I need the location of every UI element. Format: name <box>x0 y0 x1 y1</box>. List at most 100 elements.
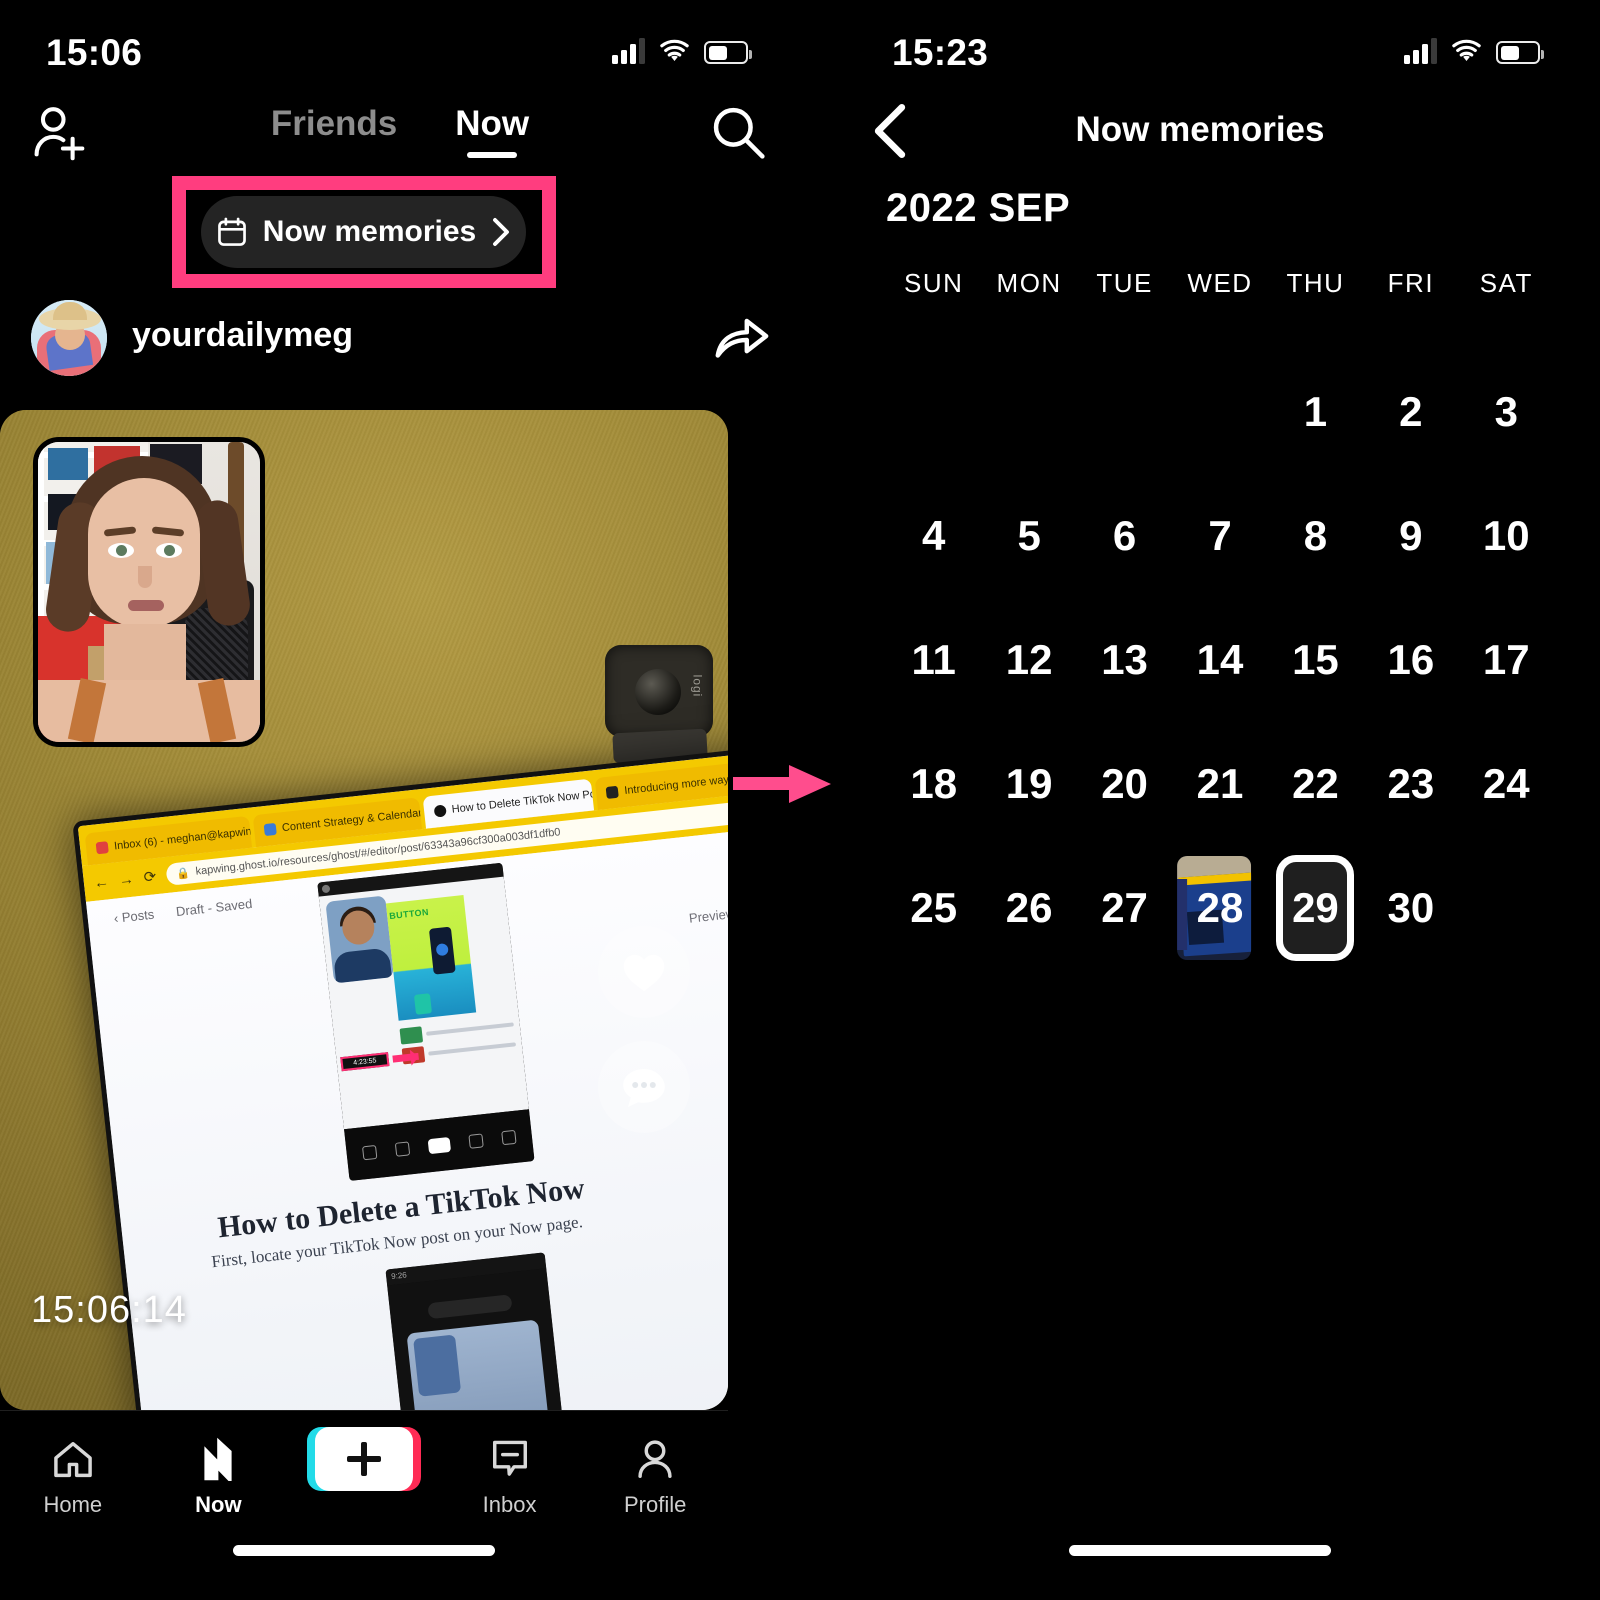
embedded-screenshot-1: BUTTON 4:23:55 <box>317 862 535 1181</box>
calendar-day-19[interactable]: 19 <box>981 722 1076 846</box>
create-plus-icon <box>306 1427 421 1491</box>
calendar-day-5[interactable]: 5 <box>981 474 1076 598</box>
calendar-day-27[interactable]: 27 <box>1077 846 1172 970</box>
calendar-day-26[interactable]: 26 <box>981 846 1076 970</box>
calendar-day-number: 20 <box>1101 760 1148 807</box>
calendar-day-30[interactable]: 30 <box>1363 846 1458 970</box>
calendar-day-12[interactable]: 12 <box>981 598 1076 722</box>
nav-label-now: Now <box>195 1492 242 1517</box>
calendar-day-22[interactable]: 22 <box>1268 722 1363 846</box>
right-phone-screen: 15:23 Now memories 2022 SEP SUN MON TUE … <box>800 0 1600 1600</box>
calendar-day-20[interactable]: 20 <box>1077 722 1172 846</box>
tab-now[interactable]: Now <box>455 104 529 158</box>
battery-icon <box>704 41 752 64</box>
calendar-day-16[interactable]: 16 <box>1363 598 1458 722</box>
calendar-day-13[interactable]: 13 <box>1077 598 1172 722</box>
calendar-day-number: 27 <box>1101 884 1148 931</box>
calendar-grid: 1 2 3 4 5 6 7 8 9 10 11 12 13 14 15 16 17 18 19 20 21 22 23 24 2… <box>886 350 1554 970</box>
weekday-label: THU <box>1286 268 1345 298</box>
calendar-day-number: 18 <box>910 760 958 807</box>
calendar-day-24[interactable]: 24 <box>1459 722 1554 846</box>
weekday-label: SAT <box>1479 268 1533 298</box>
home-indicator <box>233 1545 495 1556</box>
calendar-day-1[interactable]: 1 <box>1268 350 1363 474</box>
avatar[interactable] <box>31 300 107 376</box>
weekday-label: WED <box>1187 268 1253 298</box>
calendar-cell-empty <box>981 350 1076 474</box>
calendar-day-29[interactable]: 29 <box>1268 846 1363 970</box>
status-time: 15:06 <box>46 32 143 73</box>
heart-icon <box>623 954 665 992</box>
tab-friends[interactable]: Friends <box>271 104 397 158</box>
calendar-day-3[interactable]: 3 <box>1459 350 1554 474</box>
nav-item-inbox[interactable]: Inbox <box>455 1437 565 1518</box>
nav-label-inbox: Inbox <box>482 1492 537 1517</box>
calendar-day-15[interactable]: 15 <box>1268 598 1363 722</box>
nav-item-home[interactable]: Home <box>18 1437 128 1518</box>
post-timestamp: 15:06:14 <box>31 1289 187 1331</box>
comment-button[interactable] <box>598 1041 690 1133</box>
editor-preview-label: Preview <box>688 905 728 926</box>
calendar-day-number: 24 <box>1482 760 1530 807</box>
calendar-day-9[interactable]: 9 <box>1363 474 1458 598</box>
calendar-cell-empty <box>886 350 981 474</box>
browser-tab-label: Content Strategy & Calendar: I <box>281 806 422 835</box>
selfie-inset-photo <box>33 437 265 747</box>
comment-icon <box>623 1069 665 1107</box>
calendar-day-14[interactable]: 14 <box>1172 598 1267 722</box>
nav-label-home: Home <box>43 1492 103 1517</box>
status-icons <box>1404 38 1544 64</box>
nav-item-create[interactable] <box>306 1427 421 1492</box>
calendar-day-18[interactable]: 18 <box>886 722 981 846</box>
calendar-day-28[interactable]: 28 <box>1172 846 1267 970</box>
right-arrow-icon <box>733 765 831 803</box>
nav-item-profile[interactable]: Profile <box>600 1437 710 1518</box>
lock-icon: 🔒 <box>175 866 191 881</box>
search-icon[interactable] <box>708 102 768 162</box>
comparison-screenshot: 15:06 Friends Now Now memories yourdaily… <box>0 0 1600 1600</box>
calendar-day-number: 28 <box>1196 884 1244 931</box>
calendar-day-number: 30 <box>1387 884 1435 931</box>
nav-item-now[interactable]: Now <box>163 1437 273 1518</box>
now-bolt-icon <box>200 1437 236 1481</box>
calendar-day-21[interactable]: 21 <box>1172 722 1267 846</box>
calendar-day-17[interactable]: 17 <box>1459 598 1554 722</box>
calendar-icon <box>217 217 246 246</box>
calendar-day-number: 11 <box>911 636 956 683</box>
calendar-day-number: 6 <box>1112 512 1137 559</box>
browser-tab-label: Introducing more ways to crea <box>623 769 728 798</box>
browser-tab-label: Inbox (6) - meghan@kapwing. <box>113 824 253 853</box>
top-nav-bar: Friends Now <box>0 96 800 176</box>
bottom-nav-bar: Home Now Inbox Profile <box>0 1410 728 1600</box>
calendar-day-number: 5 <box>1017 512 1041 559</box>
calendar-day-number: 10 <box>1482 512 1530 559</box>
calendar-day-4[interactable]: 4 <box>886 474 981 598</box>
calendar-day-number: 12 <box>1005 636 1053 683</box>
share-arrow-icon[interactable] <box>712 312 770 364</box>
chevron-right-icon <box>493 218 510 246</box>
embedded-screenshot-2: 9:26 <box>385 1252 577 1410</box>
calendar-day-11[interactable]: 11 <box>886 598 981 722</box>
calendar-day-number: 21 <box>1196 760 1244 807</box>
home-icon <box>51 1437 95 1481</box>
calendar-day-6[interactable]: 6 <box>1077 474 1172 598</box>
calendar-day-10[interactable]: 10 <box>1459 474 1554 598</box>
calendar-day-8[interactable]: 8 <box>1268 474 1363 598</box>
calendar-day-number: 13 <box>1101 636 1148 683</box>
calendar-day-23[interactable]: 23 <box>1363 722 1458 846</box>
calendar-day-25[interactable]: 25 <box>886 846 981 970</box>
calendar-day-number: 8 <box>1303 512 1328 559</box>
battery-icon <box>1496 41 1544 64</box>
status-time: 15:23 <box>892 32 989 73</box>
wifi-icon <box>1452 39 1481 62</box>
weekday-label: TUE <box>1096 268 1153 298</box>
browser-tab-label: How to Delete TikTok Now Post <box>451 787 595 816</box>
post-author-name[interactable]: yourdailymeg <box>132 316 353 355</box>
now-memories-button[interactable]: Now memories <box>201 196 526 268</box>
inbox-icon <box>490 1437 530 1481</box>
post-media[interactable]: logi Inbox (6) - meghan@kapwing.✕ Conten… <box>0 410 728 1410</box>
like-button[interactable] <box>598 926 690 1018</box>
calendar-day-number: 2 <box>1399 388 1423 435</box>
calendar-day-2[interactable]: 2 <box>1363 350 1458 474</box>
calendar-day-7[interactable]: 7 <box>1172 474 1267 598</box>
